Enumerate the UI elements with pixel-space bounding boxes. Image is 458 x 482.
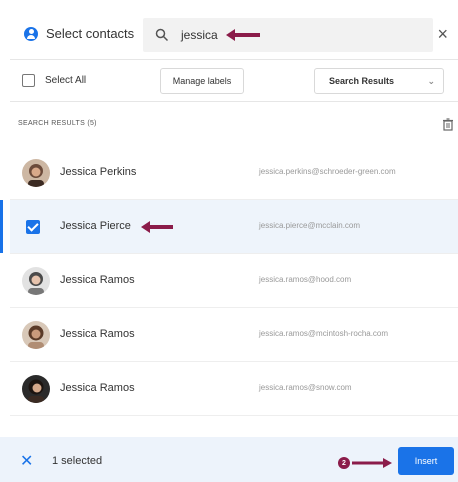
annotation-arrow-icon xyxy=(141,221,173,233)
dialog-title: Select contacts xyxy=(46,26,135,41)
contact-row-selected[interactable]: Jessica Pierce jessica.pierce@mcclain.co… xyxy=(0,200,458,254)
contact-row[interactable]: Jessica Ramos jessica.ramos@mcintosh-roc… xyxy=(10,308,458,362)
select-all-label: Select All xyxy=(45,75,87,86)
contact-email: jessica.ramos@hood.com xyxy=(259,275,352,284)
selected-count: 1 selected xyxy=(52,455,103,467)
contact-row[interactable]: Jessica Ramos jessica.ramos@hood.com xyxy=(10,254,458,308)
contact-name: Jessica Ramos xyxy=(60,382,135,394)
avatar xyxy=(22,321,50,349)
contact-list: Jessica Perkins jessica.perkins@schroede… xyxy=(0,146,458,416)
select-contacts-title: Select contacts xyxy=(24,26,134,41)
contact-email: jessica.perkins@schroeder-green.com xyxy=(259,167,396,176)
trash-icon[interactable] xyxy=(442,118,454,131)
contact-row[interactable]: Jessica Ramos jessica.ramos@snow.com xyxy=(10,362,458,416)
results-filter-value: Search Results xyxy=(329,76,395,86)
contact-email: jessica.pierce@mcclain.com xyxy=(259,221,361,230)
dialog-header: Select contacts jessica × xyxy=(10,10,458,60)
insert-button[interactable]: Insert xyxy=(398,447,454,475)
contact-email: jessica.ramos@snow.com xyxy=(259,383,352,392)
step-number-badge: 2 xyxy=(338,457,350,469)
contact-name: Jessica Ramos xyxy=(60,274,135,286)
checked-checkbox[interactable] xyxy=(26,220,40,234)
contact-name: Jessica Pierce xyxy=(60,220,131,232)
chevron-down-icon: ⌄ xyxy=(427,76,435,86)
selection-footer: ✕ 1 selected 2 Insert xyxy=(0,437,458,482)
results-filter-dropdown[interactable]: Search Results ⌄ xyxy=(314,68,444,94)
select-all-checkbox[interactable] xyxy=(22,74,35,87)
clear-selection-button[interactable]: ✕ xyxy=(20,451,33,471)
contact-name: Jessica Perkins xyxy=(60,166,137,178)
contact-name: Jessica Ramos xyxy=(60,328,135,340)
contact-email: jessica.ramos@mcintosh-rocha.com xyxy=(259,329,389,338)
person-icon xyxy=(24,26,38,41)
search-results-heading: SEARCH RESULTS (5) xyxy=(18,120,97,127)
contact-picker-dialog: Select contacts jessica × Select All Man… xyxy=(0,0,458,482)
search-icon xyxy=(155,28,169,42)
avatar xyxy=(22,267,50,295)
contact-row[interactable]: Jessica Perkins jessica.perkins@schroede… xyxy=(10,146,458,200)
search-input[interactable]: jessica xyxy=(143,18,433,52)
avatar xyxy=(22,375,50,403)
select-all-control[interactable]: Select All xyxy=(22,74,86,87)
annotation-arrow-icon xyxy=(352,458,392,468)
avatar xyxy=(22,159,50,187)
search-query: jessica xyxy=(181,28,218,42)
close-dialog-button[interactable]: × xyxy=(437,24,448,45)
toolbar: Select All Manage labels Search Results … xyxy=(10,62,458,102)
annotation-arrow-icon xyxy=(225,29,260,41)
manage-labels-button[interactable]: Manage labels xyxy=(160,68,244,94)
